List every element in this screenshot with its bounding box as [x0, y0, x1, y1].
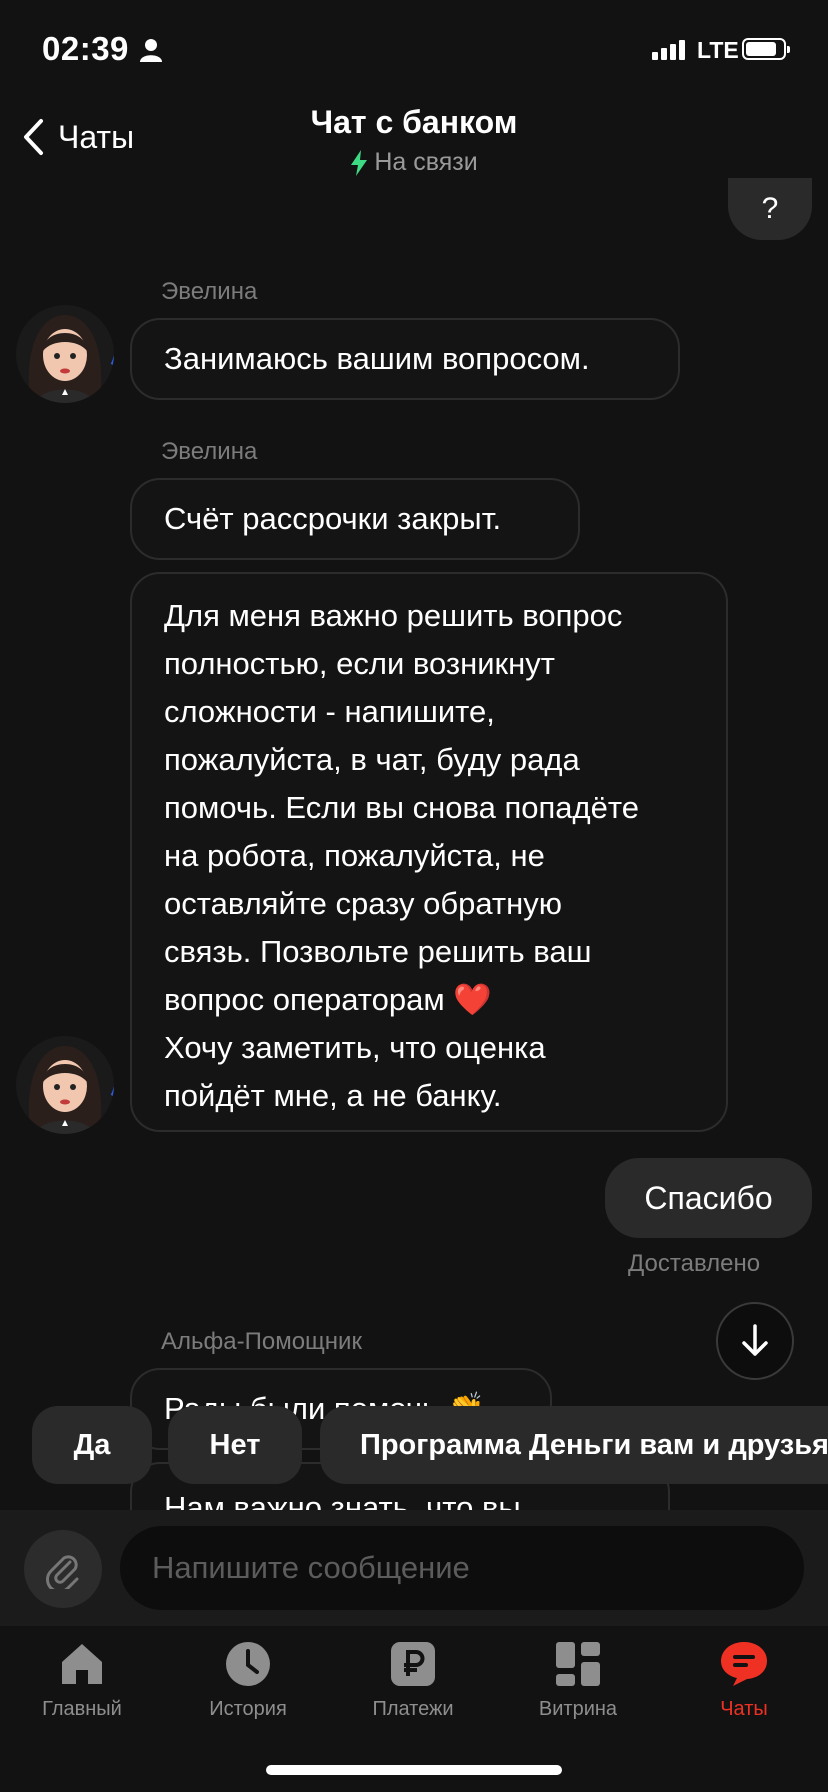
grid-icon — [556, 1642, 600, 1686]
outgoing-message: Спасибо — [605, 1158, 812, 1238]
tab-payments[interactable]: Платежи — [343, 1640, 483, 1721]
message-line: оставляйте сразу обратную — [164, 886, 562, 921]
incoming-message: Занимаюсь вашим вопросом. — [130, 318, 680, 400]
battery-icon — [742, 38, 790, 60]
message-text: Занимаюсь вашим вопросом. — [164, 341, 590, 376]
quick-reply-no[interactable]: Нет — [168, 1406, 302, 1484]
message-text: Счёт рассрочки закрыт. — [164, 501, 502, 536]
signal-icon — [652, 40, 685, 60]
message-line: помочь. Если вы снова попадёте — [164, 790, 639, 825]
message-line: на робота, пожалуйста, не — [164, 838, 545, 873]
message-line: Для меня важно решить вопрос — [164, 598, 623, 633]
tab-home[interactable]: Главный — [12, 1640, 152, 1721]
page-title: Чат с банком — [310, 104, 518, 140]
message-line: пойдёт мне, а не банку. — [164, 1078, 502, 1113]
scroll-down-button[interactable] — [716, 1302, 794, 1380]
home-indicator — [266, 1765, 562, 1775]
tab-label: Платежи — [372, 1698, 454, 1720]
tab-label: Витрина — [538, 1698, 618, 1720]
home-icon — [62, 1644, 102, 1684]
message-line: связь. Позвольте решить ваш — [164, 934, 592, 969]
network-type: LTE — [697, 37, 739, 63]
arrow-down-icon — [742, 1324, 768, 1356]
chat-icon — [721, 1642, 767, 1686]
ruble-icon — [391, 1642, 435, 1686]
online-status: На связи — [0, 148, 828, 177]
sender-name: Эвелина — [161, 438, 258, 465]
delivery-status: Доставлено — [628, 1250, 761, 1277]
message-input[interactable] — [120, 1526, 804, 1610]
tab-label: Главный — [42, 1698, 122, 1720]
sender-name: Эвелина — [161, 278, 258, 305]
message-line: Хочу заметить, что оценка — [164, 1030, 546, 1065]
person-icon — [140, 39, 162, 62]
tab-label: История — [209, 1698, 287, 1720]
quick-reply-yes[interactable]: Да — [32, 1406, 152, 1484]
message-line: полностью, если возникнут — [164, 646, 555, 681]
tab-showcase[interactable]: Витрина — [508, 1640, 648, 1721]
sender-name: Альфа-Помощник — [161, 1328, 362, 1355]
avatar — [16, 305, 114, 403]
tab-history[interactable]: История — [178, 1640, 318, 1721]
incoming-message: Счёт рассрочки закрыт. — [130, 478, 580, 560]
message-text: Нам важно знать, что вы — [164, 1490, 521, 1510]
message-line: пожалуйста, в чат, буду рада — [164, 742, 580, 777]
clock-icon — [226, 1642, 270, 1686]
paperclip-icon — [46, 1555, 79, 1589]
attach-button[interactable] — [24, 1530, 102, 1608]
incoming-message: Для меня важно решить вопрос полностью, … — [130, 572, 728, 1132]
message-text: Спасибо — [644, 1179, 773, 1216]
tab-chats[interactable]: Чаты — [674, 1640, 814, 1721]
message-line: вопрос операторам ❤️ — [164, 982, 492, 1017]
online-status-text: На связи — [374, 148, 478, 176]
quick-reply-program[interactable]: Программа Деньги вам и друзьям — [320, 1406, 828, 1484]
outgoing-message-partial: ? — [728, 178, 812, 240]
lightning-icon — [351, 149, 368, 176]
avatar — [16, 1036, 114, 1134]
message-line: сложности - напишите, — [164, 694, 495, 729]
tab-label: Чаты — [720, 1698, 768, 1720]
status-time: 02:39 — [42, 30, 129, 67]
